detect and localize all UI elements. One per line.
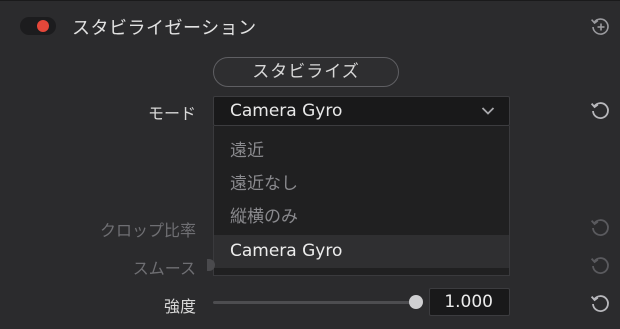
- strength-value-field[interactable]: 1.000: [429, 288, 510, 316]
- crop-ratio-reset-icon[interactable]: [589, 216, 611, 238]
- mode-reset-icon[interactable]: [589, 99, 611, 121]
- crop-ratio-label: クロップ比率: [99, 221, 196, 240]
- reset-plus-icon[interactable]: [589, 15, 611, 37]
- dropdown-option-translation[interactable]: 縦横のみ: [214, 201, 509, 234]
- mode-label: モード: [147, 104, 196, 123]
- smoothing-reset-icon[interactable]: [589, 254, 611, 276]
- strength-slider-knob[interactable]: [409, 295, 423, 309]
- mode-selected-value: Camera Gyro: [230, 101, 343, 121]
- chevron-down-icon: [481, 107, 495, 115]
- strength-slider-track[interactable]: [213, 301, 416, 304]
- strength-label: 強度: [163, 297, 196, 316]
- section-enable-toggle[interactable]: [20, 17, 56, 35]
- toggle-knob: [37, 20, 49, 32]
- mode-dropdown-menu: 遠近 遠近なし 縦横のみ Camera Gyro: [213, 126, 510, 276]
- stabilize-button[interactable]: スタビライズ: [213, 57, 399, 87]
- section-title: スタビライゼーション: [72, 18, 257, 39]
- dropdown-option-camera-gyro[interactable]: Camera Gyro: [214, 235, 509, 268]
- strength-reset-icon[interactable]: [589, 292, 611, 314]
- dropdown-option-similarity[interactable]: 遠近なし: [214, 168, 509, 201]
- dropdown-option-perspective[interactable]: 遠近: [214, 135, 509, 168]
- panel-top-border: [0, 0, 620, 1]
- section-header: スタビライゼーション: [0, 8, 620, 44]
- mode-select[interactable]: Camera Gyro: [213, 96, 510, 126]
- smoothing-label: スムース: [132, 259, 196, 278]
